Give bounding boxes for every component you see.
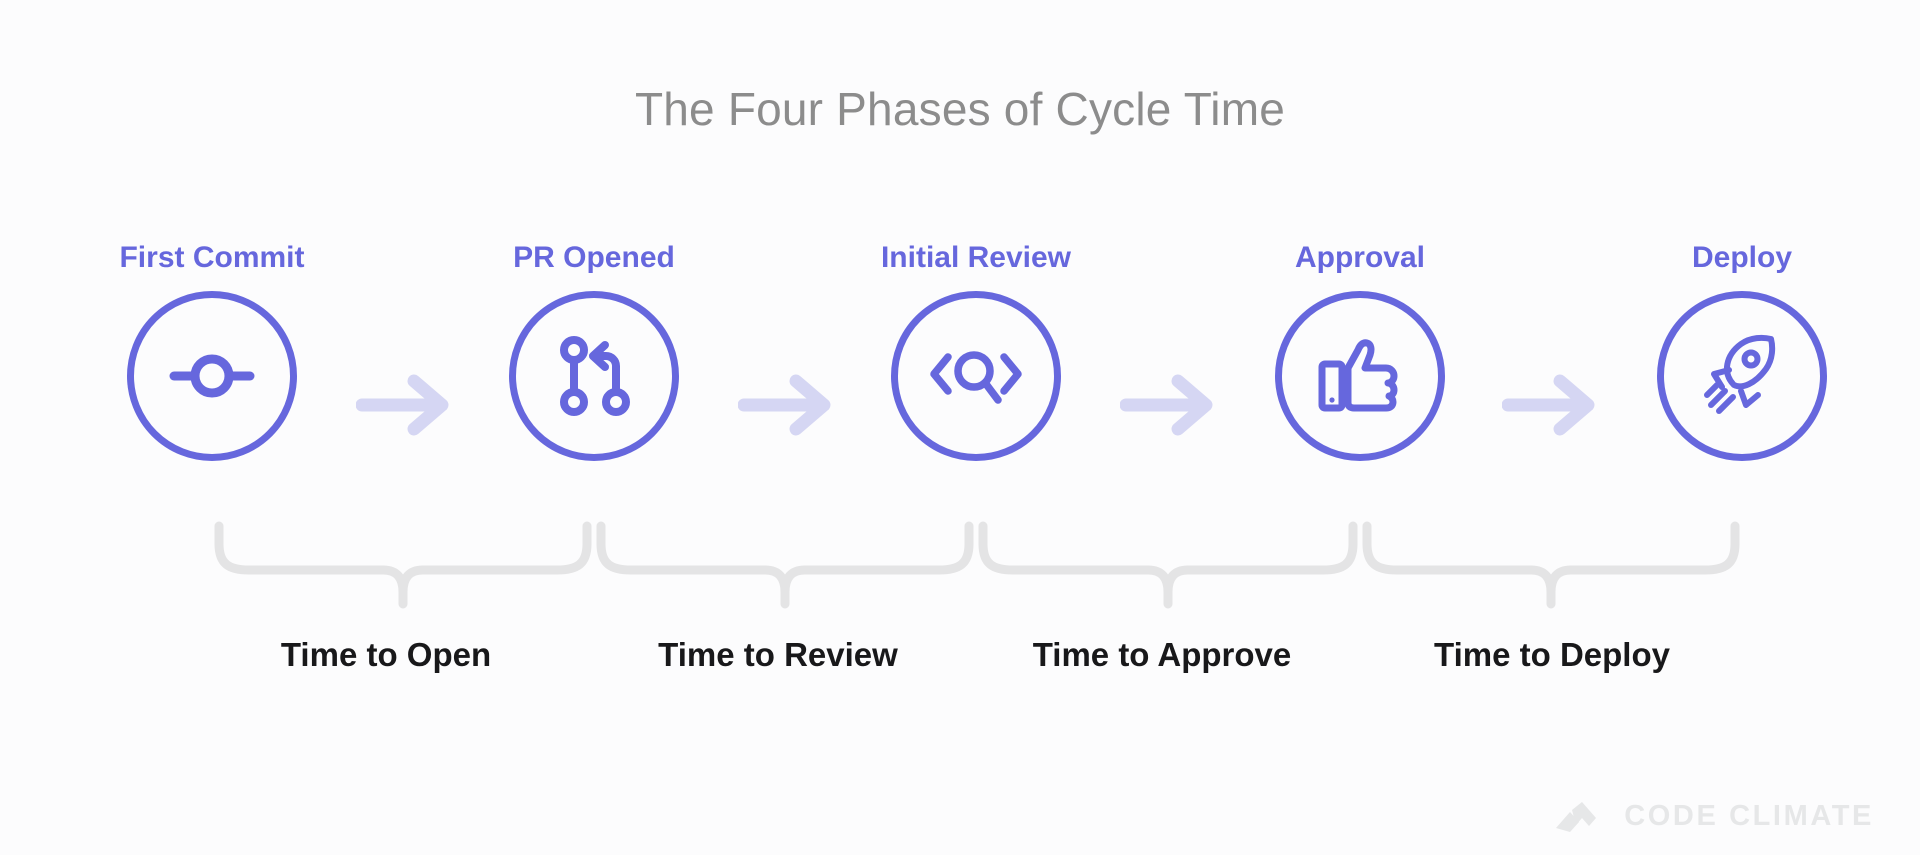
stage-deploy[interactable]: Deploy <box>1632 243 1852 461</box>
stage-circle-first-commit <box>127 291 297 461</box>
stage-approval[interactable]: Approval <box>1250 243 1470 461</box>
stage-label-pr-opened: PR Opened <box>513 241 675 274</box>
brand-footer: CODE CLIMATE <box>1556 800 1874 833</box>
phase-label-time-to-deploy: Time to Deploy <box>1434 636 1670 673</box>
brace-time-to-approve <box>976 520 1360 610</box>
code-climate-mountain-logo-icon <box>1556 801 1597 832</box>
brand-name: CODE CLIMATE <box>1624 800 1874 832</box>
curly-brace-icon <box>596 521 974 609</box>
stage-label-initial-review: Initial Review <box>880 241 1072 274</box>
curly-brace-icon <box>214 521 592 609</box>
rocket-icon <box>1704 334 1776 414</box>
curly-brace-icon <box>978 521 1358 609</box>
brace-time-to-open <box>212 520 594 610</box>
stage-circle-initial-review <box>891 291 1061 461</box>
stage-label-approval: Approval <box>1294 241 1426 274</box>
thumbs-up-icon <box>1318 339 1398 412</box>
brace-time-to-deploy <box>1360 520 1742 610</box>
pull-request-icon <box>560 336 630 416</box>
stage-initial-review[interactable]: Initial Review <box>866 243 1086 461</box>
infographic-canvas: The Four Phases of Cycle Time First Comm… <box>0 0 1920 855</box>
stage-circle-deploy <box>1657 291 1827 461</box>
code-review-search-icon <box>930 351 1022 404</box>
stages-layer: First Commit PR Opened Initial Review Ap… <box>0 0 1920 560</box>
stage-circle-pr-opened <box>509 291 679 461</box>
stage-label-deploy: Deploy <box>1691 241 1793 274</box>
phase-label-time-to-open: Time to Open <box>280 636 492 673</box>
stage-pr-opened[interactable]: PR Opened <box>484 243 704 461</box>
curly-brace-icon <box>1362 521 1740 609</box>
stage-circle-approval <box>1275 291 1445 461</box>
stage-first-commit[interactable]: First Commit <box>102 243 322 461</box>
stage-label-first-commit: First Commit <box>119 241 305 274</box>
git-commit-icon <box>169 354 255 398</box>
brace-time-to-review <box>594 520 976 610</box>
